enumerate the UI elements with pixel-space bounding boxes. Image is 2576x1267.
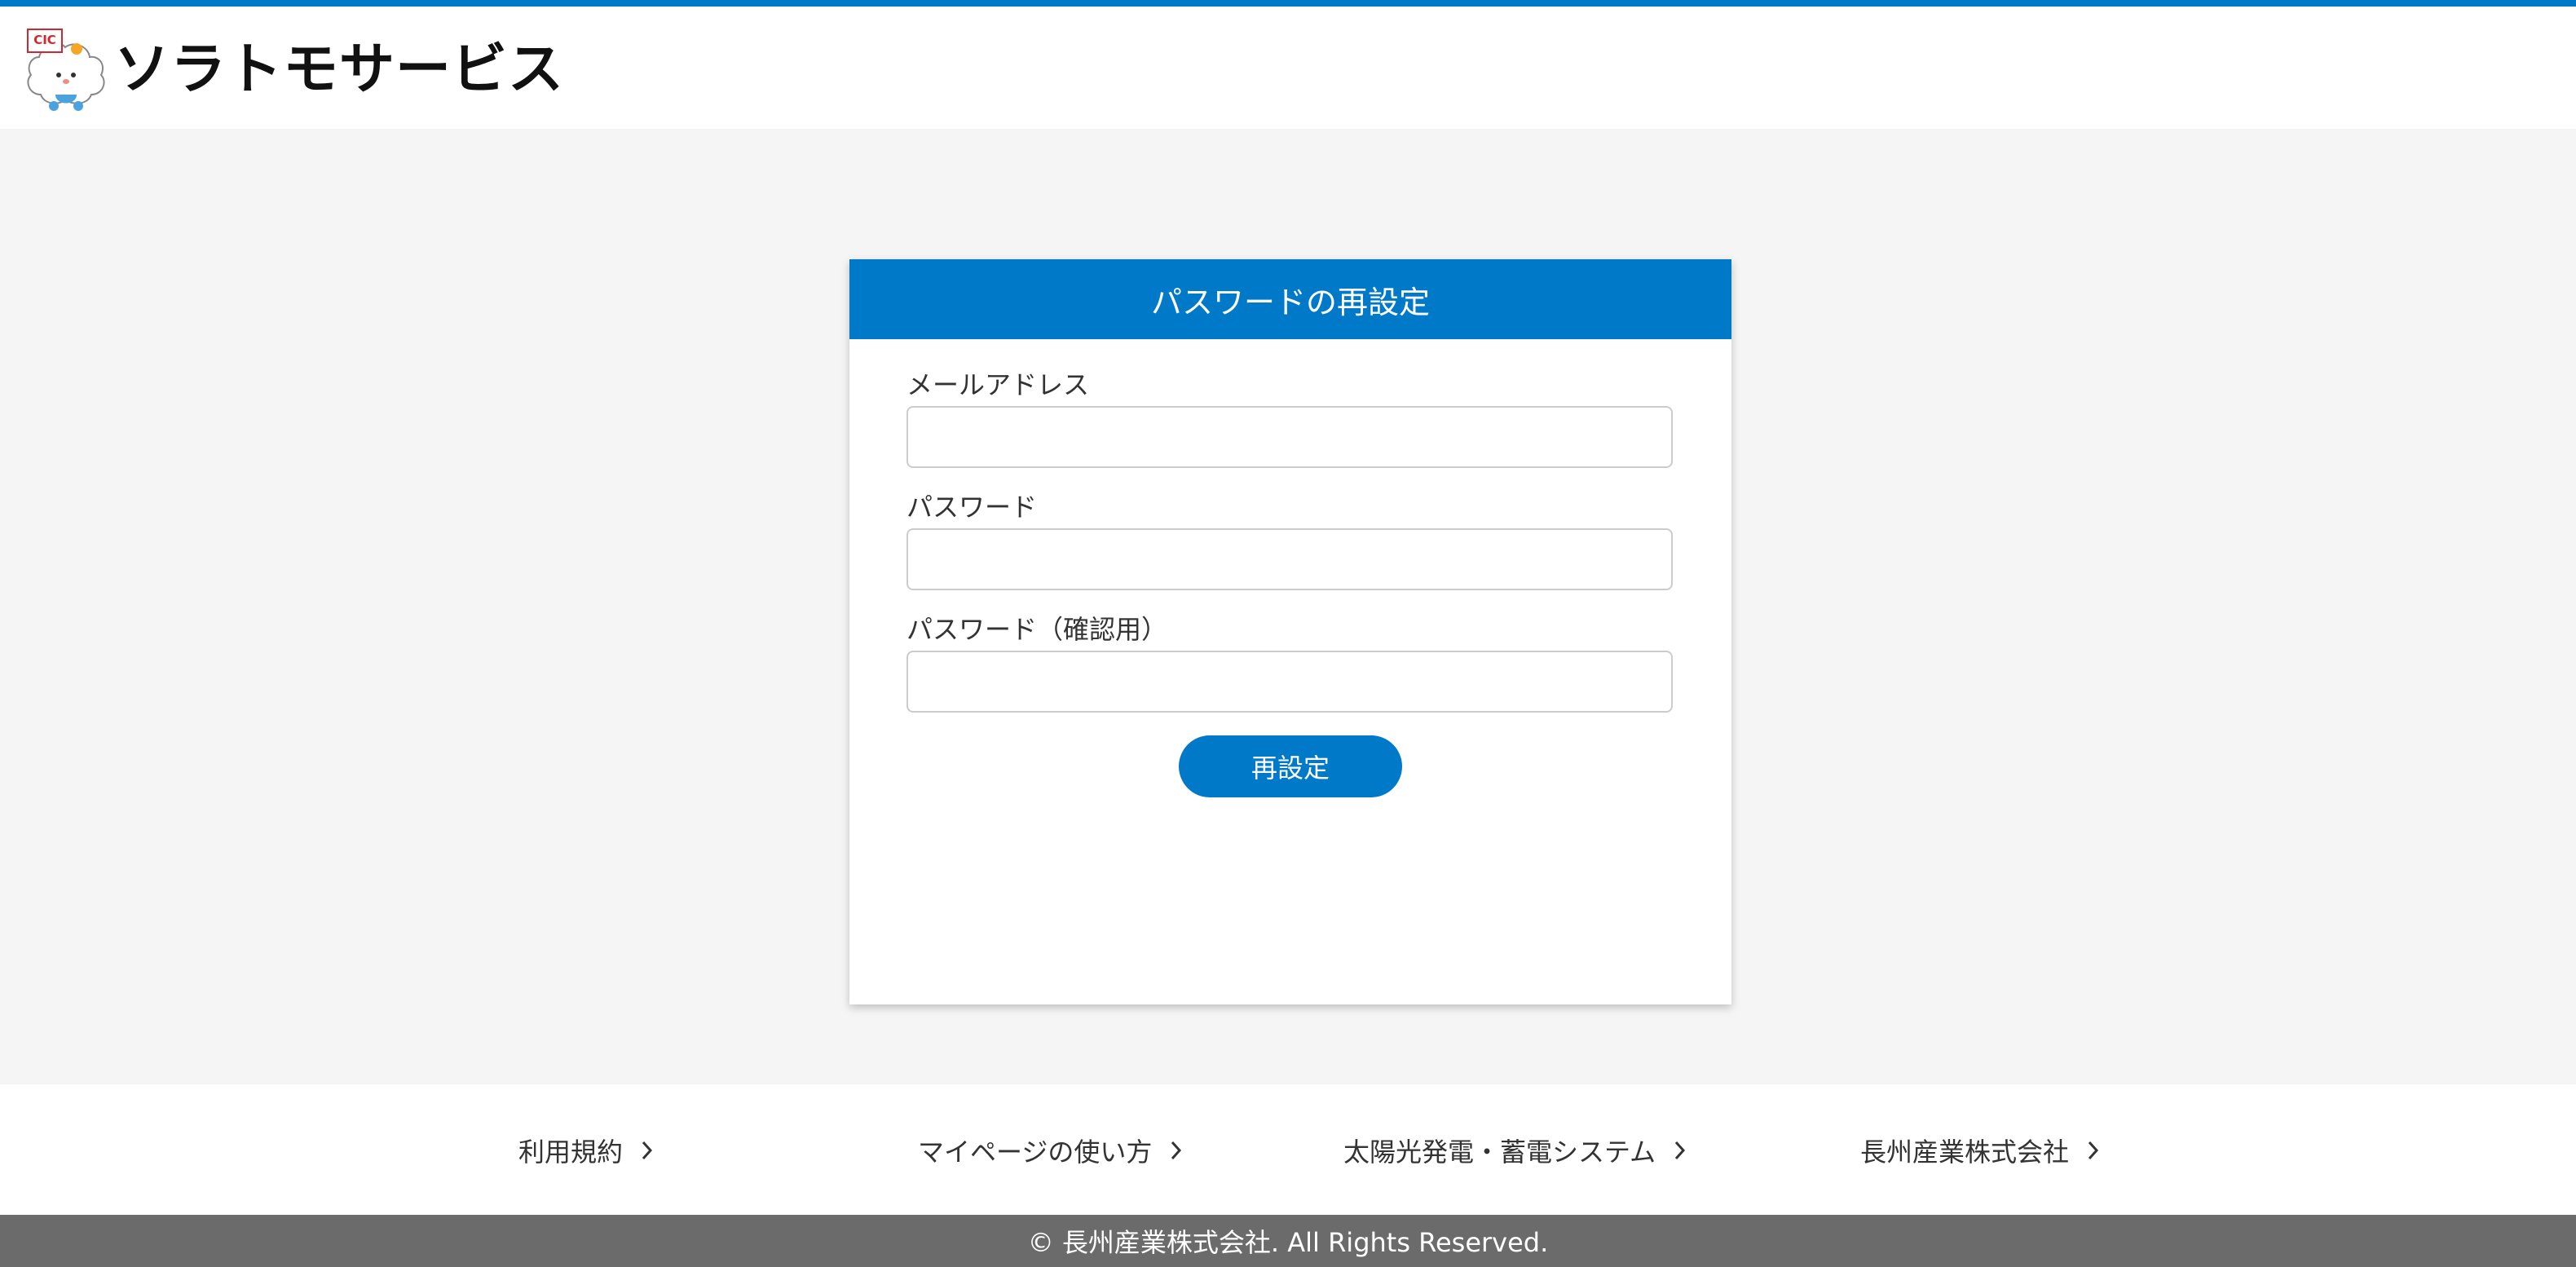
password-field-group: パスワード xyxy=(906,491,1674,590)
site-logo[interactable]: CIC ソラトモサービス xyxy=(23,24,564,116)
logo-text: ソラトモサービス xyxy=(114,38,565,102)
chevron-right-icon xyxy=(642,1141,653,1160)
footer-link-terms[interactable]: 利用規約 xyxy=(518,1130,654,1171)
site-header: CIC ソラトモサービス xyxy=(0,7,2576,129)
chevron-right-icon xyxy=(2088,1141,2099,1160)
password-reset-card: パスワードの再設定 メールアドレス パスワード パスワード（確認用） 再設定 xyxy=(849,259,1731,1004)
reset-submit-button[interactable]: 再設定 xyxy=(1179,735,1402,797)
password-reset-form: メールアドレス パスワード パスワード（確認用） 再設定 xyxy=(849,339,1731,797)
submit-row: 再設定 xyxy=(906,735,1674,797)
chevron-right-icon xyxy=(1674,1141,1686,1160)
password-confirm-label: パスワード（確認用） xyxy=(906,614,1168,645)
email-label: メールアドレス xyxy=(906,369,1090,400)
password-input[interactable] xyxy=(906,528,1673,590)
email-input[interactable] xyxy=(906,406,1673,468)
footer-links: 利用規約 マイページの使い方 太陽光発電・蓄電システム 長州産業株式会社 xyxy=(0,1084,2576,1215)
top-accent-bar xyxy=(0,0,2576,7)
copyright-bar: © 長州産業株式会社. All Rights Reserved. xyxy=(0,1215,2576,1267)
svg-text:CIC: CIC xyxy=(33,33,56,47)
chevron-right-icon xyxy=(1171,1141,1182,1160)
email-field-group: メールアドレス xyxy=(906,369,1674,468)
footer-link-label: マイページの使い方 xyxy=(918,1137,1153,1168)
footer-link-company[interactable]: 長州産業株式会社 xyxy=(1860,1130,2100,1171)
mascot-logo-icon: CIC xyxy=(27,29,105,111)
password-label: パスワード xyxy=(906,492,1038,523)
footer-link-label: 長州産業株式会社 xyxy=(1860,1137,2070,1168)
password-confirm-field-group: パスワード（確認用） xyxy=(906,613,1674,713)
password-confirm-input[interactable] xyxy=(906,651,1673,713)
main-area: パスワードの再設定 メールアドレス パスワード パスワード（確認用） 再設定 xyxy=(0,129,2576,1084)
card-title: パスワードの再設定 xyxy=(849,259,1731,339)
footer-link-label: 利用規約 xyxy=(518,1137,624,1168)
copyright-text: © 長州産業株式会社. All Rights Reserved. xyxy=(1027,1227,1549,1258)
footer-link-mypage-guide[interactable]: マイページの使い方 xyxy=(918,1130,1183,1171)
footer-link-solar-storage[interactable]: 太陽光発電・蓄電システム xyxy=(1343,1130,1687,1171)
footer-link-label: 太陽光発電・蓄電システム xyxy=(1343,1137,1656,1168)
